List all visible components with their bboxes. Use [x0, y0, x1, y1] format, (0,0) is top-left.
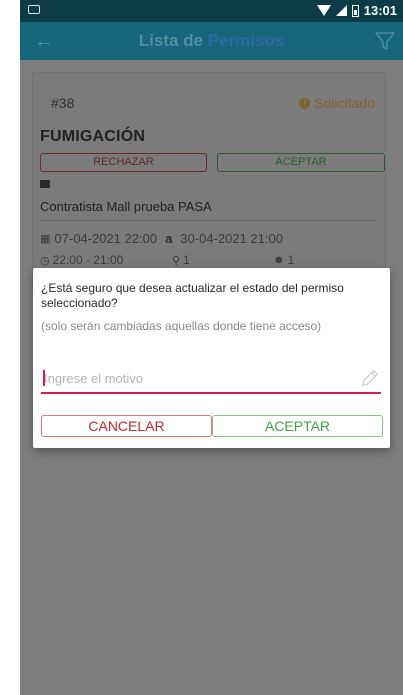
app-screen: 13:01 ← Lista de Permisos #38 ! Solicita…: [0, 0, 403, 695]
pencil-icon: [362, 370, 378, 386]
battery-icon: [351, 4, 359, 17]
permit-number: #38: [51, 95, 75, 111]
page-title: Lista de Permisos: [20, 31, 403, 51]
signal-icon: [335, 5, 347, 16]
date-range: ▦ 07-04-2021 22:00 a 30-04-2021 21:00: [40, 231, 283, 246]
reason-input[interactable]: [44, 367, 344, 389]
confirm-dialog: ¿Está seguro que desea actualizar el est…: [33, 268, 390, 448]
dialog-note: (solo serán cambiadas aquellas donde tie…: [41, 319, 322, 333]
accept-dialog-button[interactable]: ACEPTAR: [212, 415, 383, 437]
cancel-button[interactable]: CANCELAR: [41, 415, 212, 437]
title-part-2: Permisos: [207, 31, 285, 50]
clock-icon: ◷: [40, 254, 50, 267]
filter-icon[interactable]: [373, 29, 397, 53]
date-end: 30-04-2021 21:00: [180, 231, 283, 246]
dialog-question: ¿Está seguro que desea actualizar el est…: [41, 281, 344, 310]
contractor-name: Contratista Mall prueba PASA: [40, 199, 212, 214]
calendar-icon: ▦: [40, 233, 51, 245]
divider: [40, 220, 378, 221]
people-info: ☻ 1: [273, 253, 294, 267]
time-info: ◷ 22:00 - 21:00: [40, 253, 123, 267]
status-icons: 13:01: [316, 3, 397, 18]
date-separator: a: [165, 231, 173, 246]
status-label: Solicitado: [314, 95, 375, 111]
date-start: 07-04-2021 22:00: [54, 231, 158, 246]
clock: 13:01: [363, 3, 397, 18]
wifi-icon: [316, 5, 331, 16]
reason-field[interactable]: [41, 364, 381, 394]
permit-card[interactable]: #38 ! Solicitado FUMIGACIÓN RECHAZAR ACE…: [32, 72, 386, 290]
screen-edge: [0, 0, 20, 695]
info-icon: !: [299, 97, 311, 109]
time-range: 22:00 - 21:00: [52, 253, 124, 267]
person-icon: ☻: [273, 254, 285, 266]
notification-icon: [28, 5, 40, 14]
title-part-1: Lista de: [138, 31, 203, 50]
location-pin-icon: ⚲: [172, 254, 181, 267]
status-badge: ! Solicitado: [299, 95, 375, 111]
card-icon: [40, 180, 50, 188]
people-count: 1: [287, 253, 295, 267]
location-info: ⚲ 1: [172, 253, 190, 267]
status-bar: 13:01: [20, 0, 403, 22]
reject-button[interactable]: RECHAZAR: [40, 153, 207, 172]
accept-button[interactable]: ACEPTAR: [217, 153, 385, 172]
app-toolbar: ← Lista de Permisos: [20, 22, 403, 60]
permit-title: FUMIGACIÓN: [40, 128, 146, 145]
location-count: 1: [183, 253, 190, 267]
